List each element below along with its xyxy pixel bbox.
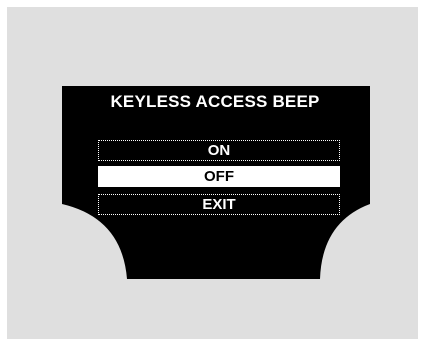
menu-option-on[interactable]: ON: [98, 140, 340, 161]
menu-option-off[interactable]: OFF: [98, 166, 340, 187]
menu-option-exit[interactable]: EXIT: [98, 194, 340, 215]
screen-title: KEYLESS ACCESS BEEP: [110, 92, 320, 111]
